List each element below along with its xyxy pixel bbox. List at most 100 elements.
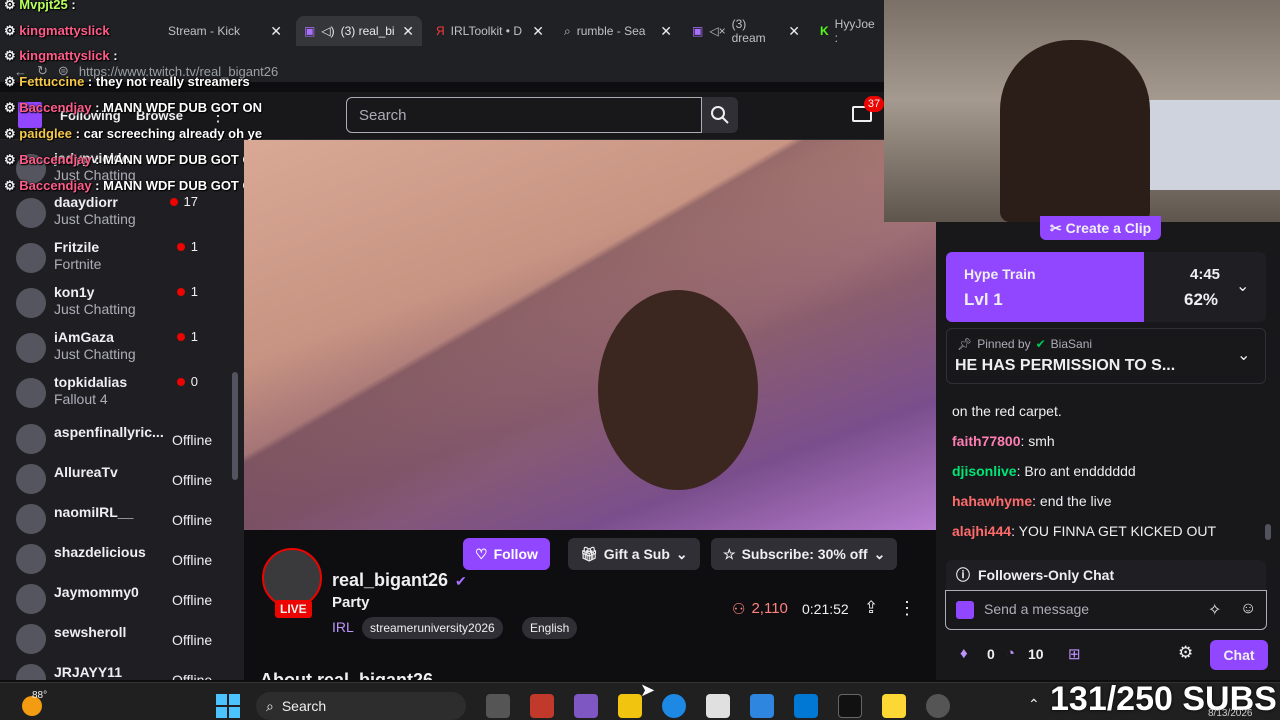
sidebar-channel[interactable]: iAmGaza Just Chatting 1 <box>16 329 228 369</box>
video-player[interactable] <box>244 140 936 530</box>
tab-rumble[interactable]: ⌕ rumble - Sea ✕ <box>556 16 680 46</box>
overlay-user: paidglee <box>19 126 73 141</box>
close-icon[interactable]: ✕ <box>660 23 672 40</box>
search-button[interactable] <box>702 97 738 133</box>
start-icon[interactable] <box>216 694 240 718</box>
video-frame <box>244 140 936 530</box>
category-link[interactable]: IRL <box>332 619 354 635</box>
overlay-badge-icon: ⚙ <box>4 23 20 38</box>
tab-kick[interactable]: Stream - Kick ✕ <box>160 16 290 46</box>
pinned-by: 📌︎ Pinned by ✔ BiaSani <box>957 337 1092 351</box>
file-explorer-icon[interactable] <box>618 694 642 718</box>
overlay-user: Fettuccine <box>19 74 85 89</box>
chevron-down-icon[interactable]: ⌄ <box>1237 345 1250 365</box>
copilot-icon[interactable] <box>574 694 598 718</box>
viewer-count: 1 <box>176 239 198 254</box>
sidebar-channel[interactable]: shazdelicious Offline <box>16 540 228 580</box>
sidebar-channel[interactable]: Jaymommy0 Offline <box>16 580 228 620</box>
close-icon[interactable]: ✕ <box>270 23 282 40</box>
close-icon[interactable]: ✕ <box>402 23 414 40</box>
sidebar-channel[interactable]: sewsheroll Offline <box>16 620 228 660</box>
offline-status: Offline <box>172 432 213 448</box>
sidebar-channel[interactable]: topkidalias Fallout 4 0 <box>16 374 228 414</box>
overlay-badge-icon: ⚙ <box>4 152 20 167</box>
follow-button[interactable]: ♡ Follow <box>463 538 550 570</box>
hype-train-banner[interactable]: Hype Train Lvl 1 4:45 62% ⌄ <box>946 252 1266 322</box>
uptime: 0:21:52 <box>802 601 849 617</box>
call-of-duty-icon[interactable] <box>838 694 862 718</box>
sidebar-scrollbar[interactable] <box>232 372 238 480</box>
avatar <box>16 333 46 363</box>
sidebar-channel[interactable]: Fritzile Fortnite 1 <box>16 239 228 279</box>
obs-icon[interactable] <box>926 694 950 718</box>
overlay-message: : MANN WDF DUB GOT ON <box>95 152 262 167</box>
emoji-icon[interactable]: ☺ <box>1240 600 1256 618</box>
tab-dream[interactable]: ▣ ◁× (3) dream ✕ <box>684 16 808 46</box>
channel-game: Fortnite <box>54 256 102 272</box>
close-icon[interactable]: ✕ <box>788 23 800 40</box>
sidebar-channel[interactable]: AllureaTv Offline <box>16 460 228 500</box>
notes-icon[interactable] <box>882 694 906 718</box>
task-view-icon[interactable] <box>486 694 510 718</box>
subscribe-button[interactable]: ☆ Subscribe: 30% off ⌄ <box>711 538 898 570</box>
chat-scrollbar[interactable] <box>1265 524 1271 540</box>
share-icon[interactable]: ⇪ <box>864 598 878 618</box>
chat-input[interactable]: Send a message ✧ ☺ <box>945 590 1267 630</box>
more-options-icon[interactable]: ⋮ <box>898 598 916 619</box>
emote-badge-icon[interactable] <box>956 601 974 619</box>
viewer-count: 1 <box>176 329 198 344</box>
bits-icon[interactable]: ◔ <box>1006 645 1015 662</box>
chat-message: hahawhyme: end the live <box>952 493 1112 509</box>
sidebar-channel[interactable]: JRJAYY11 Offline <box>16 660 228 680</box>
mail-icon[interactable] <box>794 694 818 718</box>
chevron-down-icon[interactable]: ⌄ <box>1236 276 1249 296</box>
sidebar-channel[interactable]: naomiIRL__ Offline <box>16 500 228 540</box>
sidebar-channel[interactable]: kon1y Just Chatting 1 <box>16 284 228 324</box>
chat-user[interactable]: hahawhyme <box>952 493 1032 509</box>
antivirus-icon[interactable] <box>530 694 554 718</box>
search-input[interactable]: Search <box>346 97 702 133</box>
pinned-message[interactable]: 📌︎ Pinned by ✔ BiaSani HE HAS PERMISSION TO… <box>946 328 1266 384</box>
sidebar-channel[interactable]: aspenfinallyric... Offline <box>16 420 228 460</box>
avatar <box>16 288 46 318</box>
viewer-count: 0 <box>176 374 198 389</box>
hype-train-time: 4:45 <box>1190 266 1221 283</box>
gift-icon[interactable]: ⊞ <box>1068 645 1081 663</box>
streamer-avatar[interactable] <box>262 548 322 608</box>
channel-points-icon[interactable]: ♦ <box>960 645 968 662</box>
overlay-user: Baccendjay <box>19 152 92 167</box>
tray-chevron-icon[interactable]: ⌃ <box>1028 696 1040 713</box>
tab-hyyjoe[interactable]: K HyyJoe : <box>812 16 884 46</box>
overlay-badge-icon: ⚙ <box>4 48 20 63</box>
chat-user[interactable]: faith77800 <box>952 433 1020 449</box>
tab-twitch-active[interactable]: ▣ ◁) (3) real_bi ✕ <box>296 16 422 46</box>
chat-user[interactable]: alajhi444 <box>952 523 1011 539</box>
gift-sub-button[interactable]: 🎁︎ Gift a Sub ⌄ <box>568 538 700 570</box>
edge-icon[interactable] <box>662 694 686 718</box>
tab-irltoolkit[interactable]: Я IRLToolkit • D ✕ <box>428 16 552 46</box>
settings-icon[interactable]: ⚙ <box>1178 643 1193 663</box>
channel-title[interactable]: real_bigant26 <box>332 570 448 591</box>
search-icon: ⌕ <box>564 23 571 38</box>
taskbar-search[interactable]: ⌕ Search <box>256 692 466 720</box>
offline-status: Offline <box>172 472 213 488</box>
create-clip-button[interactable]: ✂ Create a Clip <box>1040 216 1162 240</box>
twitch-icon: ▣ <box>692 24 704 38</box>
tag[interactable]: streameruniversity2026 <box>362 617 503 639</box>
live-dot-icon <box>169 197 178 206</box>
close-icon[interactable]: ✕ <box>532 23 544 40</box>
tag[interactable]: English <box>522 617 578 639</box>
info-icon: ⓘ <box>956 567 970 583</box>
chat-send-button[interactable]: Chat <box>1210 640 1268 670</box>
sidebar-channel[interactable]: daaydiorr Just Chatting 17 <box>16 194 228 234</box>
app-icon[interactable] <box>750 694 774 718</box>
pinned-text: HE HAS PERMISSION TO S... <box>955 357 1176 374</box>
offline-status: Offline <box>172 632 213 648</box>
subscribe-label: Subscribe: 30% off <box>741 546 868 562</box>
tab-label: (3) dream <box>731 17 766 45</box>
overlay-message: : MANN WDF DUB GOT ON <box>95 100 262 115</box>
taskbar-search-label: Search <box>281 698 327 714</box>
sparkle-icon[interactable]: ✧ <box>1208 600 1221 620</box>
chat-user[interactable]: djisonlive <box>952 463 1017 479</box>
store-icon[interactable] <box>706 694 730 718</box>
